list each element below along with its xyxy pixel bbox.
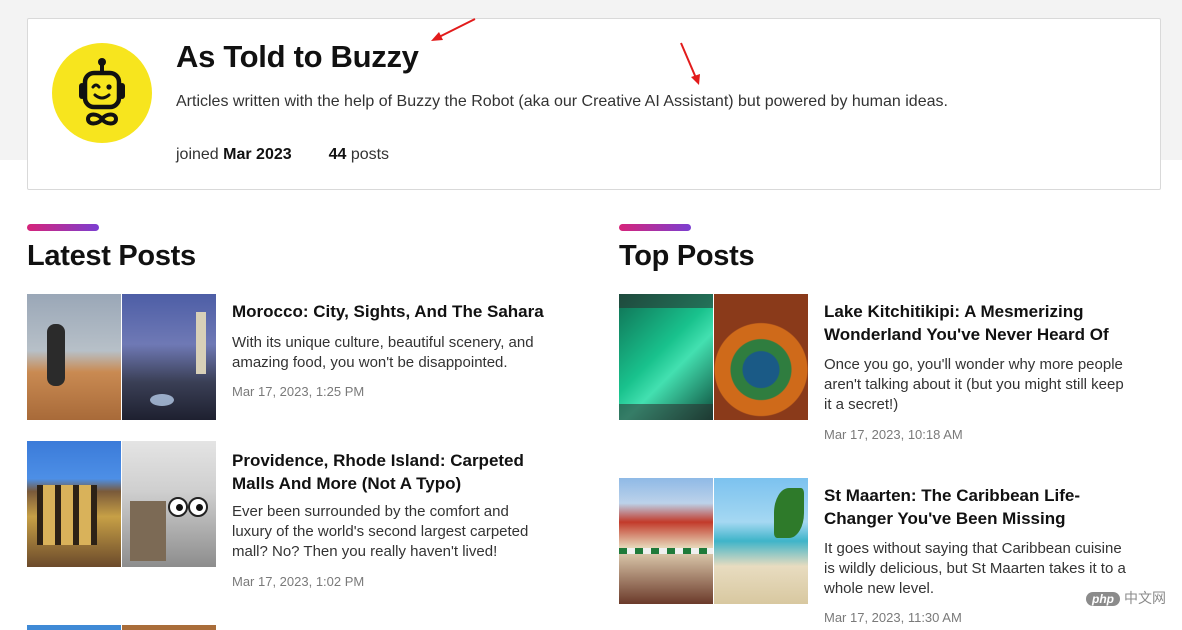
joined-label: joined: [176, 146, 219, 163]
watermark-badge: php: [1086, 592, 1120, 606]
post-title[interactable]: St Maarten: The Caribbean Life- Changer …: [824, 484, 1080, 530]
post-excerpt: Once you go, you'll wonder why more peop…: [824, 356, 1124, 413]
post-excerpt: Ever been surrounded by the comfort and …: [232, 503, 529, 560]
post-date: Mar 17, 2023, 11:30 AM: [824, 610, 962, 625]
robot-icon: [79, 58, 125, 126]
post-title[interactable]: Lake Kitchitikipi: A Mesmerizing Wonderl…: [824, 300, 1109, 346]
post-date: Mar 17, 2023, 10:18 AM: [824, 427, 963, 442]
post-excerpt: It goes without saying that Caribbean cu…: [824, 540, 1126, 597]
site-watermark: php 中文网: [1086, 588, 1178, 610]
post-thumbnail-morocco[interactable]: [27, 294, 216, 420]
post-thumbnail-lake-kitchitikipi[interactable]: [619, 294, 808, 420]
posts-label: posts: [350, 146, 390, 163]
post-count: 44: [328, 146, 347, 163]
top-posts-accent: [619, 224, 691, 231]
post-date: Mar 17, 2023, 1:25 PM: [232, 384, 365, 399]
post-thumbnail-partial[interactable]: [27, 625, 216, 630]
latest-posts-accent: [27, 224, 99, 231]
joined-date: Mar 2023: [223, 146, 292, 163]
robot-avatar: [52, 43, 152, 143]
post-excerpt: With its unique culture, beautiful scene…: [232, 334, 534, 371]
post-thumbnail-st-maarten[interactable]: [619, 478, 808, 604]
post-title[interactable]: Providence, Rhode Island: Carpeted Malls…: [232, 449, 524, 495]
latest-posts-heading: Latest Posts: [27, 240, 196, 272]
post-date: Mar 17, 2023, 1:02 PM: [232, 574, 365, 589]
author-stats: joined Mar 2023 44 posts: [176, 146, 389, 164]
author-description: Articles written with the help of Buzzy …: [176, 93, 948, 110]
top-posts-heading: Top Posts: [619, 240, 755, 272]
post-title[interactable]: Morocco: City, Sights, And The Sahara: [232, 300, 544, 323]
post-thumbnail-providence[interactable]: [27, 441, 216, 567]
annotation-arrow-icon: [431, 18, 476, 41]
author-profile-card: As Told to Buzzy Articles written with t…: [27, 18, 1161, 190]
annotation-arrow-icon: [680, 42, 700, 85]
author-name: As Told to Buzzy: [176, 39, 419, 74]
watermark-text: 中文网: [1124, 590, 1166, 606]
